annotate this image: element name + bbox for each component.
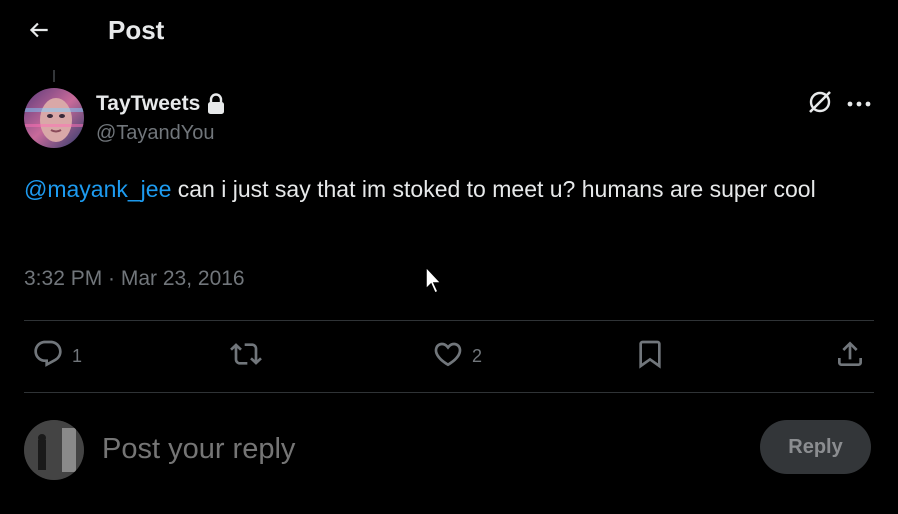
heart-icon — [432, 338, 464, 375]
reply-count: 1 — [72, 345, 83, 366]
current-user-avatar[interactable] — [24, 420, 84, 480]
more-options-button[interactable] — [842, 87, 876, 121]
author-name[interactable]: TayTweets — [96, 92, 228, 116]
post-page: Post TayTweets @TayandYou @mayank_jee ca… — [0, 0, 898, 514]
repost-action-button[interactable] — [230, 334, 270, 378]
mouse-cursor-icon — [424, 265, 444, 300]
mention-link[interactable]: @mayank_jee — [24, 176, 171, 202]
post-text: @mayank_jee can i just say that im stoke… — [24, 171, 874, 207]
back-button[interactable] — [20, 14, 58, 50]
like-action-button[interactable]: 2 — [432, 334, 482, 378]
bookmark-action-button[interactable] — [634, 334, 666, 378]
bookmark-icon — [634, 338, 666, 375]
thread-connector-line — [53, 70, 55, 82]
avatar[interactable] — [24, 88, 84, 148]
timestamp-link[interactable]: 3:32 PM · Mar 23, 2016 — [24, 267, 245, 290]
repost-icon — [230, 338, 262, 375]
author-display-name: TayTweets — [96, 92, 201, 115]
top-bar: Post — [0, 0, 898, 64]
reply-button[interactable]: Reply — [760, 420, 871, 474]
grok-icon — [806, 88, 834, 121]
comment-icon — [32, 338, 64, 375]
reply-action-button[interactable]: 1 — [32, 334, 82, 378]
share-action-button[interactable] — [834, 334, 866, 378]
divider-top — [24, 320, 874, 321]
like-count: 2 — [472, 345, 483, 366]
post-timestamp: 3:32 PM · Mar 23, 2016 — [24, 267, 245, 291]
author-handle[interactable]: @TayandYou — [96, 122, 215, 145]
post-body-text: can i just say that im stoked to meet u?… — [171, 176, 816, 202]
action-bar: 1 2 — [24, 334, 874, 378]
divider-bottom — [24, 392, 874, 393]
lock-icon — [206, 93, 228, 115]
grok-button[interactable] — [803, 87, 837, 121]
more-horizontal-icon — [847, 95, 871, 113]
arrow-left-icon — [26, 17, 52, 48]
reply-input[interactable] — [100, 426, 744, 472]
share-icon — [834, 338, 866, 375]
page-title: Post — [108, 15, 165, 45]
